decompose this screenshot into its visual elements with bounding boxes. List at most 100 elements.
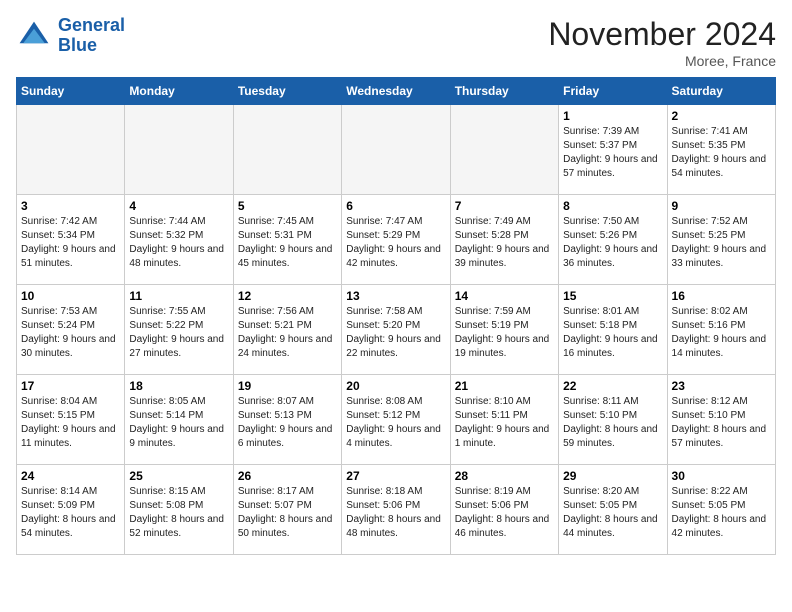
day-number: 2 bbox=[672, 109, 771, 123]
day-number: 23 bbox=[672, 379, 771, 393]
calendar-cell: 5Sunrise: 7:45 AM Sunset: 5:31 PM Daylig… bbox=[233, 195, 341, 285]
calendar-cell bbox=[342, 105, 450, 195]
day-info: Sunrise: 7:53 AM Sunset: 5:24 PM Dayligh… bbox=[21, 305, 120, 361]
week-row-5: 24Sunrise: 8:14 AM Sunset: 5:09 PM Dayli… bbox=[17, 465, 776, 555]
day-number: 12 bbox=[238, 289, 337, 303]
day-number: 14 bbox=[455, 289, 554, 303]
day-info: Sunrise: 8:22 AM Sunset: 5:05 PM Dayligh… bbox=[672, 485, 771, 541]
day-info: Sunrise: 8:20 AM Sunset: 5:05 PM Dayligh… bbox=[563, 485, 662, 541]
day-number: 3 bbox=[21, 199, 120, 213]
day-number: 21 bbox=[455, 379, 554, 393]
calendar-cell: 22 Sunrise: 8:11 AM Sunset: 5:10 PM Dayli… bbox=[559, 375, 667, 465]
page-header: General Blue November 2024 Moree, France bbox=[16, 16, 776, 69]
week-row-4: 17 Sunrise: 8:04 AM Sunset: 5:15 PM Dayli… bbox=[17, 375, 776, 465]
weekday-header-thursday: Thursday bbox=[450, 78, 558, 105]
calendar-cell: 27 Sunrise: 8:18 AM Sunset: 5:06 PM Dayli… bbox=[342, 465, 450, 555]
day-info: Sunrise: 8:11 AM Sunset: 5:10 PM Dayligh… bbox=[563, 395, 662, 451]
month-year: November 2024 bbox=[548, 16, 776, 53]
day-info: Sunrise: 8:08 AM Sunset: 5:12 PM Dayligh… bbox=[346, 395, 445, 451]
calendar-cell: 21 Sunrise: 8:10 AM Sunset: 5:11 PM Dayli… bbox=[450, 375, 558, 465]
day-info: Sunrise: 7:44 AM Sunset: 5:32 PM Dayligh… bbox=[129, 215, 228, 271]
calendar-cell: 3 Sunrise: 7:42 AM Sunset: 5:34 PM Daylig… bbox=[17, 195, 125, 285]
calendar: SundayMondayTuesdayWednesdayThursdayFrid… bbox=[16, 77, 776, 555]
day-info: Sunrise: 8:10 AM Sunset: 5:11 PM Dayligh… bbox=[455, 395, 554, 451]
day-number: 20 bbox=[346, 379, 445, 393]
calendar-cell: 19 Sunrise: 8:07 AM Sunset: 5:13 PM Dayli… bbox=[233, 375, 341, 465]
day-info: Sunrise: 7:56 AM Sunset: 5:21 PM Dayligh… bbox=[238, 305, 337, 361]
day-info: Sunrise: 8:14 AM Sunset: 5:09 PM Dayligh… bbox=[21, 485, 120, 541]
day-info: Sunrise: 7:52 AM Sunset: 5:25 PM Dayligh… bbox=[672, 215, 771, 271]
day-info: Sunrise: 7:47 AM Sunset: 5:29 PM Dayligh… bbox=[346, 215, 445, 271]
day-number: 26 bbox=[238, 469, 337, 483]
calendar-cell: 23 Sunrise: 8:12 AM Sunset: 5:10 PM Dayli… bbox=[667, 375, 775, 465]
day-number: 19 bbox=[238, 379, 337, 393]
day-number: 16 bbox=[672, 289, 771, 303]
day-info: Sunrise: 8:01 AM Sunset: 5:18 PM Dayligh… bbox=[563, 305, 662, 361]
day-info: Sunrise: 8:04 AM Sunset: 5:15 PM Dayligh… bbox=[21, 395, 120, 451]
weekday-header-sunday: Sunday bbox=[17, 78, 125, 105]
calendar-cell: 8 Sunrise: 7:50 AM Sunset: 5:26 PM Daylig… bbox=[559, 195, 667, 285]
day-number: 1 bbox=[563, 109, 662, 123]
day-info: Sunrise: 7:50 AM Sunset: 5:26 PM Dayligh… bbox=[563, 215, 662, 271]
location: Moree, France bbox=[548, 53, 776, 69]
day-info: Sunrise: 7:42 AM Sunset: 5:34 PM Dayligh… bbox=[21, 215, 120, 271]
day-number: 27 bbox=[346, 469, 445, 483]
calendar-cell: 14Sunrise: 7:59 AM Sunset: 5:19 PM Dayli… bbox=[450, 285, 558, 375]
calendar-cell: 30Sunrise: 8:22 AM Sunset: 5:05 PM Dayli… bbox=[667, 465, 775, 555]
weekday-header-row: SundayMondayTuesdayWednesdayThursdayFrid… bbox=[17, 78, 776, 105]
day-info: Sunrise: 7:41 AM Sunset: 5:35 PM Dayligh… bbox=[672, 125, 771, 181]
day-number: 8 bbox=[563, 199, 662, 213]
weekday-header-tuesday: Tuesday bbox=[233, 78, 341, 105]
calendar-cell: 10 Sunrise: 7:53 AM Sunset: 5:24 PM Dayli… bbox=[17, 285, 125, 375]
calendar-cell: 26 Sunrise: 8:17 AM Sunset: 5:07 PM Dayli… bbox=[233, 465, 341, 555]
calendar-cell: 24Sunrise: 8:14 AM Sunset: 5:09 PM Dayli… bbox=[17, 465, 125, 555]
calendar-cell: 6 Sunrise: 7:47 AM Sunset: 5:29 PM Daylig… bbox=[342, 195, 450, 285]
weekday-header-monday: Monday bbox=[125, 78, 233, 105]
calendar-cell: 12 Sunrise: 7:56 AM Sunset: 5:21 PM Dayli… bbox=[233, 285, 341, 375]
day-number: 6 bbox=[346, 199, 445, 213]
calendar-cell bbox=[17, 105, 125, 195]
day-number: 22 bbox=[563, 379, 662, 393]
weekday-header-friday: Friday bbox=[559, 78, 667, 105]
day-info: Sunrise: 7:39 AM Sunset: 5:37 PM Dayligh… bbox=[563, 125, 662, 181]
calendar-cell: 18 Sunrise: 8:05 AM Sunset: 5:14 PM Dayli… bbox=[125, 375, 233, 465]
day-info: Sunrise: 7:49 AM Sunset: 5:28 PM Dayligh… bbox=[455, 215, 554, 271]
day-info: Sunrise: 8:17 AM Sunset: 5:07 PM Dayligh… bbox=[238, 485, 337, 541]
calendar-cell: 16Sunrise: 8:02 AM Sunset: 5:16 PM Dayli… bbox=[667, 285, 775, 375]
day-info: Sunrise: 8:12 AM Sunset: 5:10 PM Dayligh… bbox=[672, 395, 771, 451]
day-number: 13 bbox=[346, 289, 445, 303]
day-info: Sunrise: 8:07 AM Sunset: 5:13 PM Dayligh… bbox=[238, 395, 337, 451]
day-number: 5 bbox=[238, 199, 337, 213]
week-row-3: 10 Sunrise: 7:53 AM Sunset: 5:24 PM Dayli… bbox=[17, 285, 776, 375]
day-info: Sunrise: 8:19 AM Sunset: 5:06 PM Dayligh… bbox=[455, 485, 554, 541]
calendar-cell: 29Sunrise: 8:20 AM Sunset: 5:05 PM Dayli… bbox=[559, 465, 667, 555]
day-info: Sunrise: 7:55 AM Sunset: 5:22 PM Dayligh… bbox=[129, 305, 228, 361]
day-number: 4 bbox=[129, 199, 228, 213]
day-number: 17 bbox=[21, 379, 120, 393]
calendar-cell: 28 Sunrise: 8:19 AM Sunset: 5:06 PM Dayli… bbox=[450, 465, 558, 555]
calendar-cell: 15 Sunrise: 8:01 AM Sunset: 5:18 PM Dayli… bbox=[559, 285, 667, 375]
day-info: Sunrise: 7:58 AM Sunset: 5:20 PM Dayligh… bbox=[346, 305, 445, 361]
day-info: Sunrise: 8:05 AM Sunset: 5:14 PM Dayligh… bbox=[129, 395, 228, 451]
day-number: 10 bbox=[21, 289, 120, 303]
weekday-header-saturday: Saturday bbox=[667, 78, 775, 105]
title-block: November 2024 Moree, France bbox=[548, 16, 776, 69]
week-row-1: 1 Sunrise: 7:39 AM Sunset: 5:37 PM Daylig… bbox=[17, 105, 776, 195]
day-info: Sunrise: 8:15 AM Sunset: 5:08 PM Dayligh… bbox=[129, 485, 228, 541]
day-number: 18 bbox=[129, 379, 228, 393]
calendar-cell bbox=[125, 105, 233, 195]
logo-icon bbox=[16, 18, 52, 54]
calendar-cell: 1 Sunrise: 7:39 AM Sunset: 5:37 PM Daylig… bbox=[559, 105, 667, 195]
calendar-cell: 4 Sunrise: 7:44 AM Sunset: 5:32 PM Daylig… bbox=[125, 195, 233, 285]
calendar-cell: 11Sunrise: 7:55 AM Sunset: 5:22 PM Dayli… bbox=[125, 285, 233, 375]
day-number: 28 bbox=[455, 469, 554, 483]
calendar-cell: 7Sunrise: 7:49 AM Sunset: 5:28 PM Daylig… bbox=[450, 195, 558, 285]
day-info: Sunrise: 8:18 AM Sunset: 5:06 PM Dayligh… bbox=[346, 485, 445, 541]
week-row-2: 3 Sunrise: 7:42 AM Sunset: 5:34 PM Daylig… bbox=[17, 195, 776, 285]
calendar-cell: 20 Sunrise: 8:08 AM Sunset: 5:12 PM Dayli… bbox=[342, 375, 450, 465]
calendar-cell: 17 Sunrise: 8:04 AM Sunset: 5:15 PM Dayli… bbox=[17, 375, 125, 465]
day-number: 25 bbox=[129, 469, 228, 483]
calendar-cell: 13 Sunrise: 7:58 AM Sunset: 5:20 PM Dayli… bbox=[342, 285, 450, 375]
weekday-header-wednesday: Wednesday bbox=[342, 78, 450, 105]
day-number: 15 bbox=[563, 289, 662, 303]
